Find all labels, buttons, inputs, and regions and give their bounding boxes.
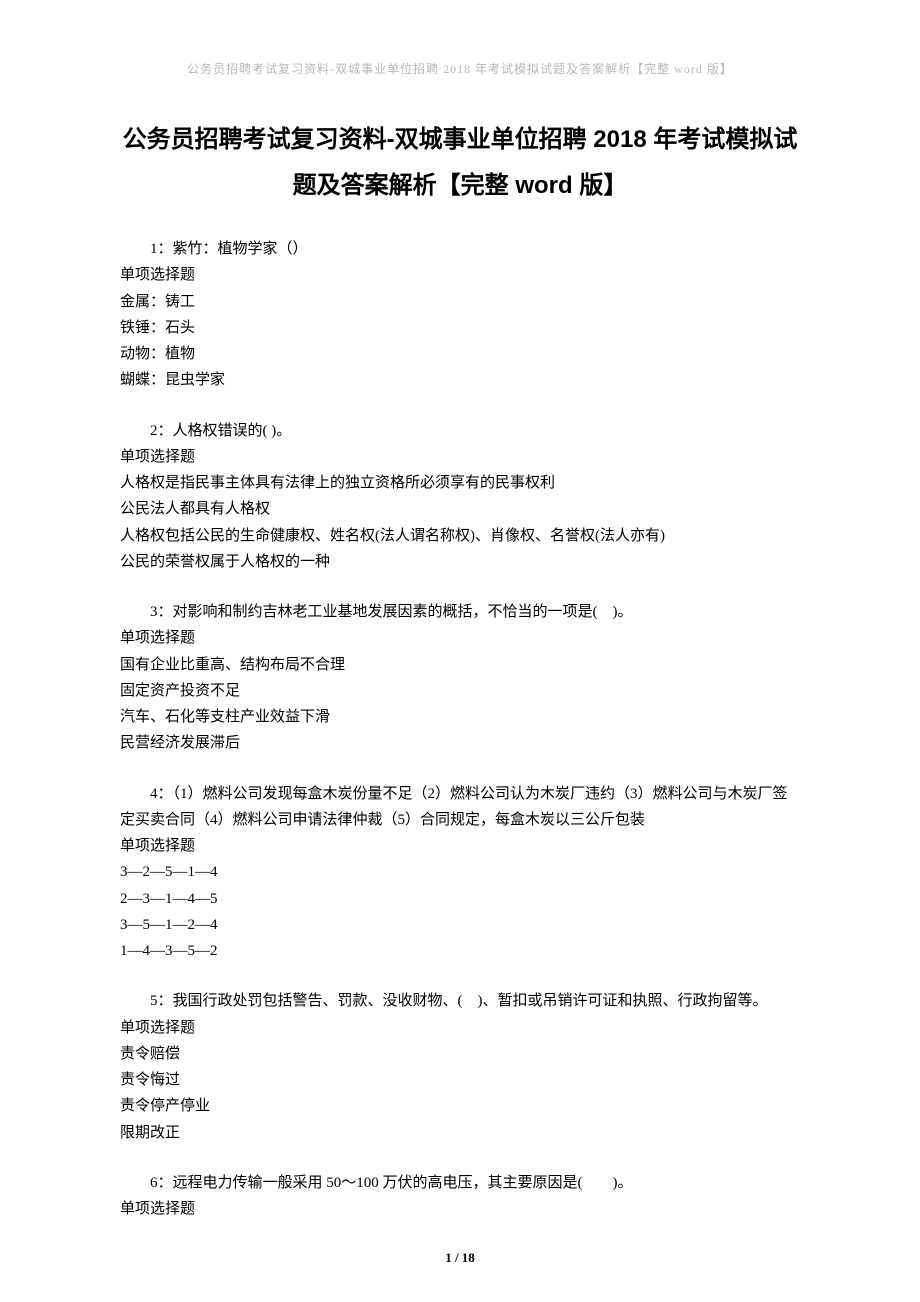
- question-option: 1—4—3—5—2: [120, 938, 800, 964]
- question-option: 蝴蝶：昆虫学家: [120, 367, 800, 393]
- question-option: 金属：铸工: [120, 289, 800, 315]
- question-3: 3：对影响和制约吉林老工业基地发展因素的概括，不恰当的一项是( )。 单项选择题…: [120, 599, 800, 757]
- question-5: 5：我国行政处罚包括警告、罚款、没收财物、( )、暂扣或吊销许可证和执照、行政拘…: [120, 988, 800, 1146]
- question-1: 1：紫竹：植物学家（） 单项选择题 金属：铸工 铁锤：石头 动物：植物 蝴蝶：昆…: [120, 236, 800, 394]
- question-2: 2：人格权错误的( )。 单项选择题 人格权是指民事主体具有法律上的独立资格所必…: [120, 418, 800, 576]
- question-option: 公民法人都具有人格权: [120, 496, 800, 522]
- page-header: 公务员招聘考试复习资料-双城事业单位招聘 2018 年考试模拟试题及答案解析【完…: [120, 60, 800, 77]
- question-4: 4：（1）燃料公司发现每盒木炭份量不足（2）燃料公司认为木炭厂违约（3）燃料公司…: [120, 781, 800, 965]
- question-option: 限期改正: [120, 1120, 800, 1146]
- question-option: 固定资产投资不足: [120, 678, 800, 704]
- question-type: 单项选择题: [120, 833, 800, 859]
- question-option: 民营经济发展滞后: [120, 730, 800, 756]
- question-stem: 4：（1）燃料公司发现每盒木炭份量不足（2）燃料公司认为木炭厂违约（3）燃料公司…: [120, 781, 800, 834]
- question-option: 责令停产停业: [120, 1093, 800, 1119]
- question-6: 6：远程电力传输一般采用 50～100 万伏的高电压，其主要原因是( )。 单项…: [120, 1170, 800, 1223]
- question-type: 单项选择题: [120, 625, 800, 651]
- question-stem: 6：远程电力传输一般采用 50～100 万伏的高电压，其主要原因是( )。: [120, 1170, 800, 1196]
- question-type: 单项选择题: [120, 1196, 800, 1222]
- question-option: 铁锤：石头: [120, 315, 800, 341]
- question-option: 3—5—1—2—4: [120, 912, 800, 938]
- question-option: 汽车、石化等支柱产业效益下滑: [120, 704, 800, 730]
- question-option: 公民的荣誉权属于人格权的一种: [120, 549, 800, 575]
- question-type: 单项选择题: [120, 444, 800, 470]
- page-number: 1 / 18: [0, 1250, 920, 1266]
- document-page: 公务员招聘考试复习资料-双城事业单位招聘 2018 年考试模拟试题及答案解析【完…: [0, 0, 920, 1302]
- question-option: 3—2—5—1—4: [120, 859, 800, 885]
- question-option: 责令赔偿: [120, 1041, 800, 1067]
- question-type: 单项选择题: [120, 1015, 800, 1041]
- question-option: 动物：植物: [120, 341, 800, 367]
- document-title: 公务员招聘考试复习资料-双城事业单位招聘 2018 年考试模拟试题及答案解析【完…: [120, 117, 800, 208]
- question-stem: 1：紫竹：植物学家（）: [120, 236, 800, 262]
- question-type: 单项选择题: [120, 262, 800, 288]
- question-option: 国有企业比重高、结构布局不合理: [120, 652, 800, 678]
- question-option: 2—3—1—4—5: [120, 886, 800, 912]
- question-stem: 5：我国行政处罚包括警告、罚款、没收财物、( )、暂扣或吊销许可证和执照、行政拘…: [120, 988, 800, 1014]
- question-option: 责令悔过: [120, 1067, 800, 1093]
- question-option: 人格权是指民事主体具有法律上的独立资格所必须享有的民事权利: [120, 470, 800, 496]
- question-option: 人格权包括公民的生命健康权、姓名权(法人谓名称权)、肖像权、名誉权(法人亦有): [120, 523, 800, 549]
- question-stem: 2：人格权错误的( )。: [120, 418, 800, 444]
- question-stem: 3：对影响和制约吉林老工业基地发展因素的概括，不恰当的一项是( )。: [120, 599, 800, 625]
